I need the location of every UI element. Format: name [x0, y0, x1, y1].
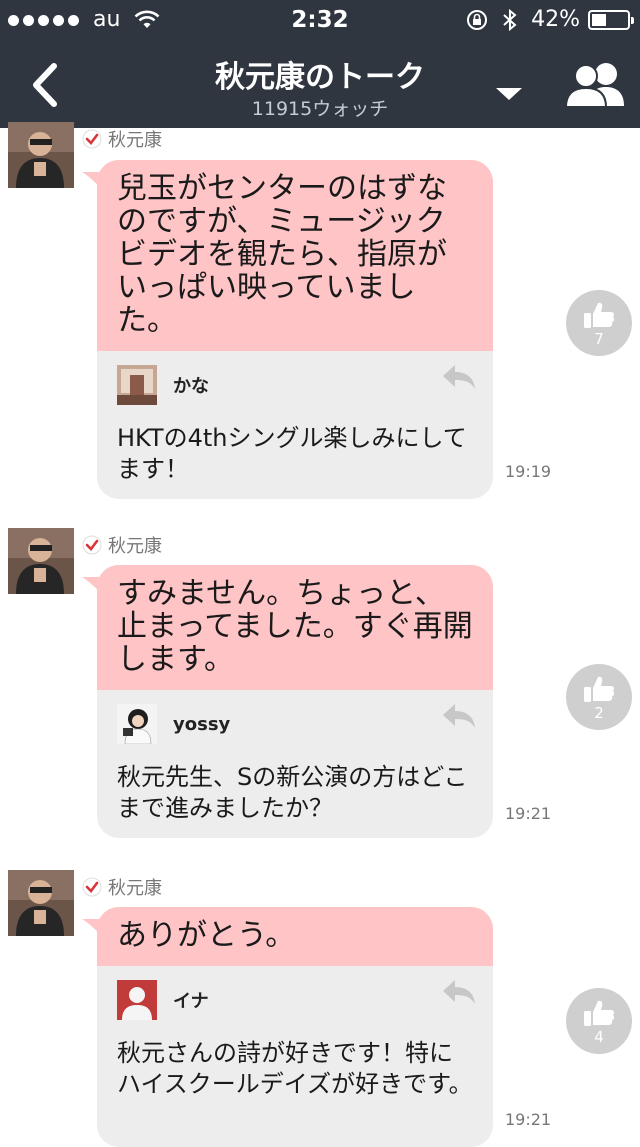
timestamp: 19:19 — [505, 462, 552, 481]
thumbs-up-icon — [584, 302, 615, 328]
like-count: 7 — [594, 330, 604, 348]
page-title: 秋元康のトーク — [215, 60, 425, 95]
message-text: 兒玉がセンターのはずなのですが、ミュージックビデオを観たら、指原がいっぱい映って… — [97, 160, 493, 351]
quoted-comment: イナ 秋元さんの詩が好きです！特にハイスクールデイズが好きです。 — [97, 966, 493, 1114]
reply-icon[interactable] — [441, 978, 477, 1006]
like-button[interactable]: 4 — [566, 988, 632, 1054]
timestamp: 19:21 — [505, 804, 552, 823]
message-text: すみません。ちょっと、止まってました。すぐ再開します。 — [97, 565, 493, 690]
commenter-name: かな — [173, 376, 209, 397]
reply-icon[interactable] — [441, 363, 477, 391]
bluetooth-icon — [503, 8, 517, 31]
verified-check-icon — [82, 535, 102, 555]
like-count: 4 — [594, 1028, 604, 1046]
comment-text: 秋元先生、Sの新公演の方はどこまで進みましたか？ — [117, 763, 468, 822]
like-button[interactable]: 7 — [566, 290, 632, 356]
like-button[interactable]: 2 — [566, 664, 632, 730]
status-bar: au 2:32 42% — [0, 0, 640, 40]
battery-percent: 42% — [531, 7, 580, 32]
comment-text: HKTの4thシングル楽しみにしてます！ — [117, 424, 467, 483]
thumbs-up-icon — [584, 676, 615, 702]
quoted-comment: かな HKTの4thシングル楽しみにしてます！ — [97, 351, 493, 499]
sender-avatar[interactable] — [8, 122, 74, 188]
watch-count: 11915ウォッチ — [251, 98, 389, 120]
sender-name: 秋元康 — [108, 878, 162, 899]
timestamp: 19:21 — [505, 1110, 552, 1129]
verified-check-icon — [82, 877, 102, 897]
message-bubble[interactable]: ありがとう。 イナ 秋元さんの詩が好きです！特にハイスクールデイズが好きです。 — [97, 907, 493, 1147]
commenter-name: yossy — [173, 713, 231, 735]
sender-avatar[interactable] — [8, 528, 74, 594]
comment-text: 秋元さんの詩が好きです！特にハイスクールデイズが好きです。 — [117, 1039, 473, 1098]
thumbs-up-icon — [584, 1000, 615, 1026]
message-bubble[interactable]: 兒玉がセンターのはずなのですが、ミュージックビデオを観たら、指原がいっぱい映って… — [97, 160, 493, 499]
commenter-name: イナ — [173, 991, 209, 1012]
sender-name: 秋元康 — [108, 536, 162, 557]
sender-avatar[interactable] — [8, 870, 74, 936]
like-count: 2 — [594, 704, 604, 722]
people-icon[interactable] — [564, 60, 628, 108]
commenter-avatar — [117, 704, 157, 744]
caret-down-icon[interactable] — [496, 88, 522, 102]
header: au 2:32 42% 秋元康のトーク 11915ウォッチ — [0, 0, 640, 128]
default-avatar-icon — [117, 980, 157, 1020]
commenter-avatar — [117, 365, 157, 405]
message-text: ありがとう。 — [97, 907, 493, 966]
sender-name: 秋元康 — [108, 130, 162, 151]
quoted-comment: yossy 秋元先生、Sの新公演の方はどこまで進みましたか？ — [97, 690, 493, 838]
rotation-lock-icon — [467, 9, 488, 30]
message-bubble[interactable]: すみません。ちょっと、止まってました。すぐ再開します。 yossy 秋元先生、S… — [97, 565, 493, 838]
verified-check-icon — [82, 129, 102, 149]
reply-icon[interactable] — [441, 702, 477, 730]
battery-icon — [588, 9, 634, 30]
